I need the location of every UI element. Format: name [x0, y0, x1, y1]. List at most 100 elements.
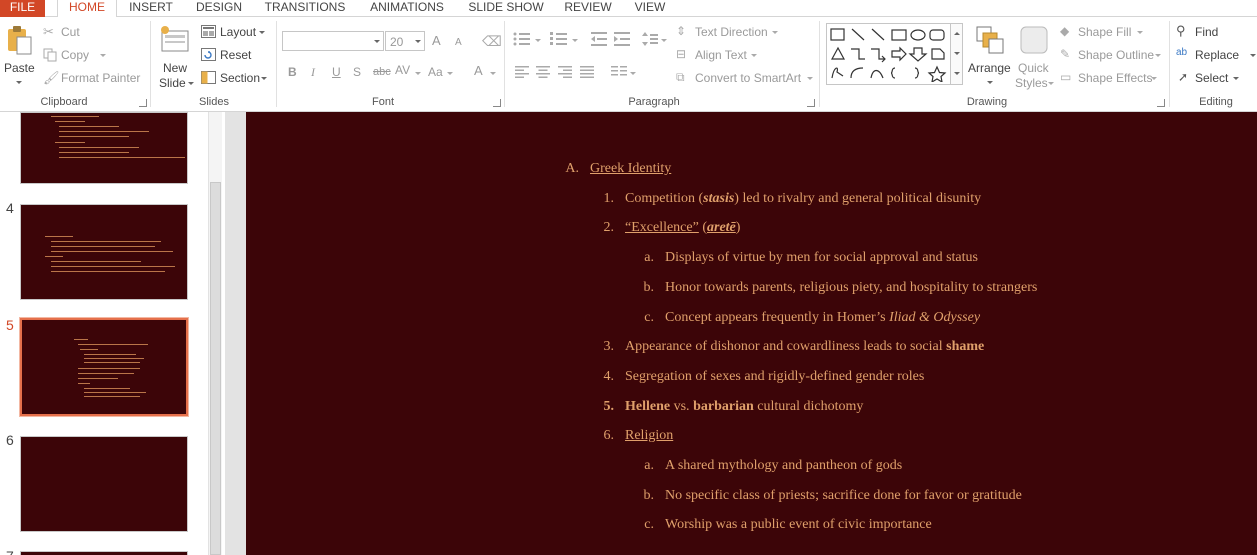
character-spacing-button[interactable]: AV	[395, 63, 410, 77]
slide-thumbnail[interactable]	[20, 436, 188, 532]
outline-text: Segregation of sexes and rigidly-defined…	[625, 369, 925, 384]
font-name-combobox[interactable]	[282, 31, 384, 51]
tab-insert[interactable]: INSERT	[123, 0, 179, 17]
shape-outline-label: Shape Outline	[1078, 48, 1155, 62]
font-size-combobox[interactable]: 20	[385, 31, 425, 51]
tab-design[interactable]: DESIGN	[190, 0, 248, 17]
outline-text: Iliad & Odyssey	[889, 310, 981, 325]
arrange-icon	[976, 26, 1004, 54]
grow-font-button[interactable]: A	[432, 34, 441, 48]
change-case-button[interactable]: Aa	[428, 65, 443, 79]
paste-icon	[8, 26, 32, 55]
align-right-icon[interactable]	[558, 66, 572, 78]
paste-button[interactable]: Paste	[2, 23, 36, 91]
shape-effects-button[interactable]: ▭ Shape Effects	[1060, 70, 1160, 86]
outline-text: vs.	[670, 399, 694, 414]
tab-animations[interactable]: ANIMATIONS	[364, 0, 450, 17]
tab-file[interactable]: FILE	[0, 0, 45, 17]
text-direction-button[interactable]: ⇕ Text Direction	[676, 24, 786, 40]
clear-formatting-icon[interactable]: ⌫	[482, 33, 502, 50]
align-text-dropdown-icon	[751, 54, 757, 57]
tab-review[interactable]: REVIEW	[560, 0, 616, 17]
find-button[interactable]: ⚲ Find	[1176, 23, 1246, 40]
replace-dropdown-icon	[1250, 54, 1256, 57]
align-left-icon[interactable]	[515, 66, 529, 78]
font-color-button[interactable]: A	[474, 64, 483, 78]
shape-outline-button[interactable]: ✎ Shape Outline	[1060, 47, 1161, 63]
section-button[interactable]: Section	[201, 70, 271, 86]
thumbnail-scrollbar-thumb[interactable]	[210, 182, 221, 555]
clipboard-dialog-launcher-icon[interactable]	[139, 99, 147, 107]
shapes-gallery[interactable]	[826, 23, 963, 85]
group-divider	[819, 21, 820, 107]
strikethrough-button[interactable]: abc	[373, 65, 391, 79]
layout-button[interactable]: Layout	[201, 24, 271, 40]
bold-button[interactable]: B	[288, 65, 297, 79]
outline-text: Displays of virtue by men for social app…	[665, 250, 978, 265]
tab-transitions[interactable]: TRANSITIONS	[262, 0, 348, 17]
copy-button[interactable]: Copy	[42, 47, 106, 63]
gallery-down-icon[interactable]	[954, 52, 960, 55]
convert-to-smartart-label: Convert to SmartArt	[695, 71, 802, 85]
outline-marker: b.	[643, 488, 655, 503]
gallery-up-icon[interactable]	[954, 32, 960, 35]
change-case-dropdown-icon	[447, 72, 453, 75]
align-text-button[interactable]: ⊟ Align Text	[676, 47, 766, 63]
columns-icon[interactable]	[611, 66, 627, 78]
numbering-dropdown-icon	[572, 39, 578, 42]
tab-slide-show[interactable]: SLIDE SHOW	[466, 0, 546, 17]
tab-home[interactable]: HOME	[57, 0, 117, 18]
italic-button[interactable]: I	[311, 65, 315, 79]
text-direction-icon: ⇕	[676, 24, 687, 38]
drawing-dialog-launcher-icon[interactable]	[1157, 99, 1165, 107]
font-dialog-launcher-icon[interactable]	[493, 99, 501, 107]
shapes-gallery-scrollbar[interactable]	[950, 24, 962, 84]
numbering-icon[interactable]	[550, 32, 568, 46]
thumbnail-scrollbar[interactable]	[208, 112, 222, 555]
tab-view[interactable]: VIEW	[628, 0, 672, 17]
outline-marker: 1.	[603, 191, 615, 206]
underline-button[interactable]: U	[332, 65, 341, 79]
slide-number: 7	[6, 548, 14, 555]
group-divider	[1169, 21, 1170, 107]
slide-editor: A. Greek Identity 1. Competition (stasis) l…	[225, 112, 1257, 555]
select-pointer-icon: ➚	[1178, 70, 1189, 84]
quick-styles-button[interactable]: Quick Styles	[1014, 23, 1056, 91]
outline-text: Religion	[625, 428, 674, 443]
smartart-icon: ⧉	[676, 70, 685, 84]
slide-thumbnail[interactable]	[20, 551, 188, 555]
reset-label: Reset	[220, 48, 252, 62]
convert-to-smartart-button[interactable]: ⧉ Convert to SmartArt	[676, 70, 816, 86]
increase-indent-icon[interactable]	[614, 32, 630, 46]
cut-button[interactable]: ✂ Cut	[42, 24, 102, 40]
section-label: Section	[220, 71, 261, 85]
reset-button[interactable]: Reset	[201, 47, 271, 63]
arrange-button[interactable]: Arrange	[967, 23, 1013, 91]
replace-button[interactable]: ab Replace	[1176, 47, 1256, 63]
justify-icon[interactable]	[580, 66, 594, 78]
format-painter-button[interactable]: 🖌 Format Painter	[42, 70, 142, 86]
slide-thumbnail[interactable]	[20, 112, 188, 184]
section-icon	[201, 71, 216, 84]
slide-thumbnail-selected[interactable]	[19, 317, 189, 417]
new-slide-button[interactable]: New Slide	[157, 23, 195, 91]
layout-icon	[201, 25, 216, 38]
quick-styles-label-2: Styles	[1015, 76, 1048, 90]
paragraph-dialog-launcher-icon[interactable]	[807, 99, 815, 107]
new-slide-label-1: New	[163, 61, 188, 75]
text-shadow-button[interactable]: S	[353, 65, 361, 79]
gallery-more-icon[interactable]	[954, 72, 960, 75]
line-spacing-icon[interactable]	[642, 32, 658, 46]
slide-canvas[interactable]: A. Greek Identity 1. Competition (stasis) l…	[246, 112, 1257, 555]
outline-marker: 6.	[603, 428, 615, 443]
outline-marker: A.	[565, 161, 579, 176]
align-center-icon[interactable]	[536, 66, 550, 78]
new-slide-icon	[161, 26, 189, 52]
shape-fill-button[interactable]: ◆ Shape Fill	[1060, 24, 1160, 40]
scissors-icon: ✂	[43, 24, 54, 39]
shrink-font-button[interactable]: A	[455, 36, 462, 50]
bullets-icon[interactable]	[513, 32, 531, 46]
select-button[interactable]: ➚ Select	[1176, 70, 1246, 86]
slide-thumbnail[interactable]	[20, 204, 188, 300]
decrease-indent-icon[interactable]	[591, 32, 607, 46]
